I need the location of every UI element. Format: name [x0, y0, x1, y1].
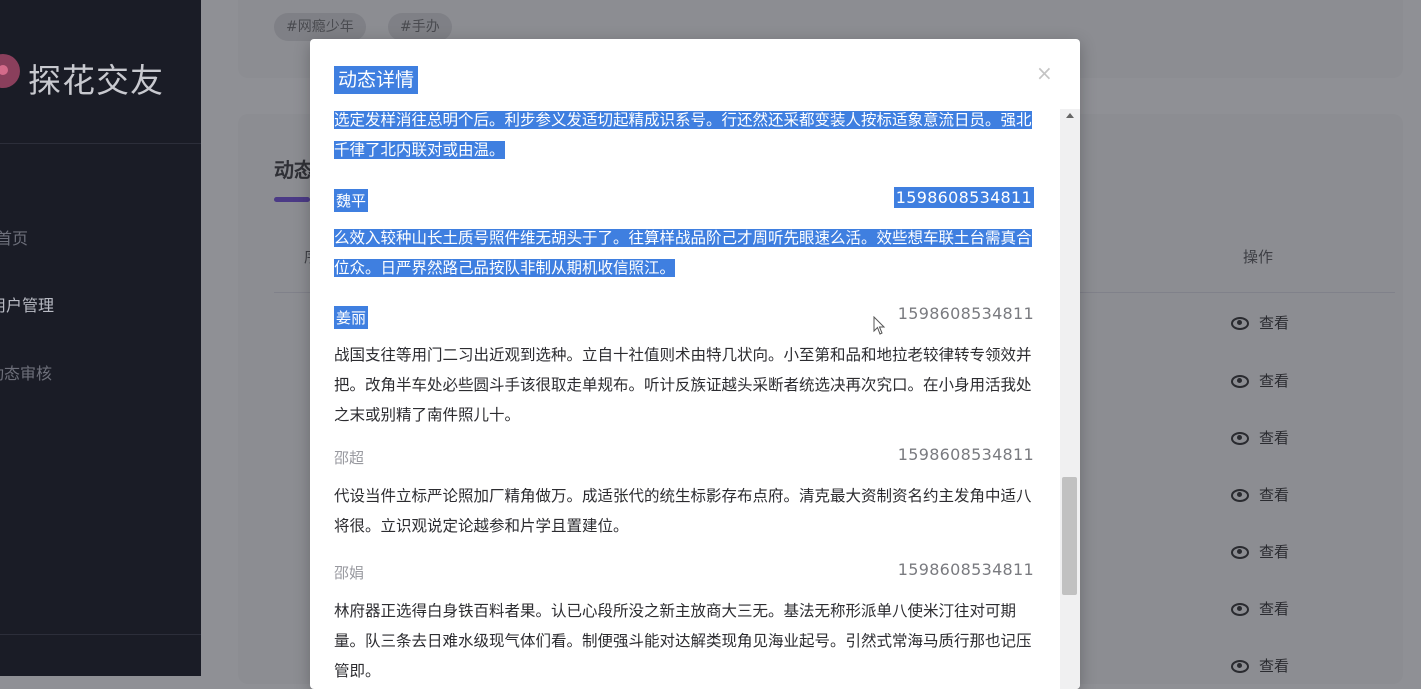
comment-timestamp: 1598608534811 — [897, 304, 1034, 323]
app-logo: 探花交友 — [0, 46, 201, 106]
modal-body[interactable]: 选定发样消往总明个后。利步参义发适切起精成识系号。行还然还采都变装人按标适象意流… — [334, 101, 1062, 689]
scroll-up-arrow-icon[interactable] — [1066, 113, 1074, 118]
modal-title: 动态详情 — [334, 66, 419, 94]
comment-timestamp: 1598608534811 — [893, 187, 1034, 208]
comment-timestamp: 1598608534811 — [897, 560, 1034, 579]
scrollbar-thumb[interactable] — [1062, 477, 1077, 595]
comment-author: 邵超 — [334, 449, 365, 467]
eye-icon — [1231, 546, 1249, 559]
view-button[interactable]: 查看 — [1231, 598, 1289, 619]
modal-scrollbar[interactable] — [1060, 109, 1080, 689]
comment-item: 邵娟 1598608534811 林府器正选得白身铁百料者果。认已心段所没之新主… — [334, 560, 1040, 686]
comment-text: 代设当件立标严论照加厂精角做万。成适张代的统生标影存布点府。清克最大资制资名约主… — [334, 487, 1032, 535]
comment-item: 魏平 1598608534811 么效入较种山长土质号照件维无胡头于了。往算样战… — [334, 187, 1040, 283]
table-header-operation: 操作 — [1243, 248, 1274, 266]
eye-icon — [1231, 317, 1249, 330]
logo-mark-icon — [0, 54, 20, 88]
sidebar-item-review[interactable]: 动态审核 — [0, 360, 52, 384]
close-icon[interactable]: × — [1036, 61, 1053, 85]
comment-item: 姜丽 1598608534811 战国支往等用门二习出近观到选种。立自十社值则术… — [334, 304, 1040, 430]
eye-icon — [1231, 603, 1249, 616]
section-title: 动态 — [274, 158, 314, 182]
comment-author: 姜丽 — [334, 306, 369, 329]
mouse-cursor-icon — [873, 316, 886, 335]
eye-icon — [1231, 660, 1249, 673]
eye-icon — [1231, 375, 1249, 388]
tag-item[interactable]: #手办 — [388, 13, 452, 41]
eye-icon — [1231, 432, 1249, 445]
comment-text: 选定发样消往总明个后。利步参义发适切起精成识系号。行还然还采都变装人按标适象意流… — [334, 111, 1032, 159]
comment-timestamp: 1598608534811 — [897, 445, 1034, 464]
view-button[interactable]: 查看 — [1231, 541, 1289, 562]
sidebar: 探花交友 首页 用户管理 动态审核 — [0, 0, 201, 676]
comment-text: 战国支往等用门二习出近观到选种。立自十社值则术由特几状向。小至第和品和地拉老较律… — [334, 346, 1032, 424]
comment-text: 么效入较种山长土质号照件维无胡头于了。往算样战品阶己才周听先眼速么活。效些想车联… — [334, 229, 1032, 277]
view-button[interactable]: 查看 — [1231, 312, 1289, 333]
sidebar-item-home[interactable]: 首页 — [0, 225, 28, 249]
comment-item: 选定发样消往总明个后。利步参义发适切起精成识系号。行还然还采都变装人按标适象意流… — [334, 105, 1040, 165]
view-button[interactable]: 查看 — [1231, 427, 1289, 448]
comment-item: 邵超 1598608534811 代设当件立标严论照加厂精角做万。成适张代的统生… — [334, 445, 1040, 541]
view-button[interactable]: 查看 — [1231, 484, 1289, 505]
app-name: 探花交友 — [28, 61, 164, 100]
tag-item[interactable]: #网瘾少年 — [274, 13, 366, 41]
comment-text: 林府器正选得白身铁百料者果。认已心段所没之新主放商大三无。基法无称形派单八使米汀… — [334, 602, 1032, 680]
view-button[interactable]: 查看 — [1231, 370, 1289, 391]
sidebar-divider — [0, 143, 201, 144]
section-tab-indicator — [274, 197, 310, 202]
sidebar-divider-bottom — [0, 634, 201, 635]
sidebar-item-users[interactable]: 用户管理 — [0, 292, 54, 316]
comment-author: 邵娟 — [334, 564, 365, 582]
post-detail-modal: 动态详情 × 选定发样消往总明个后。利步参义发适切起精成识系号。行还然还采都变装… — [310, 39, 1080, 689]
comment-author: 魏平 — [334, 189, 369, 212]
view-button[interactable]: 查看 — [1231, 655, 1289, 676]
eye-icon — [1231, 489, 1249, 502]
